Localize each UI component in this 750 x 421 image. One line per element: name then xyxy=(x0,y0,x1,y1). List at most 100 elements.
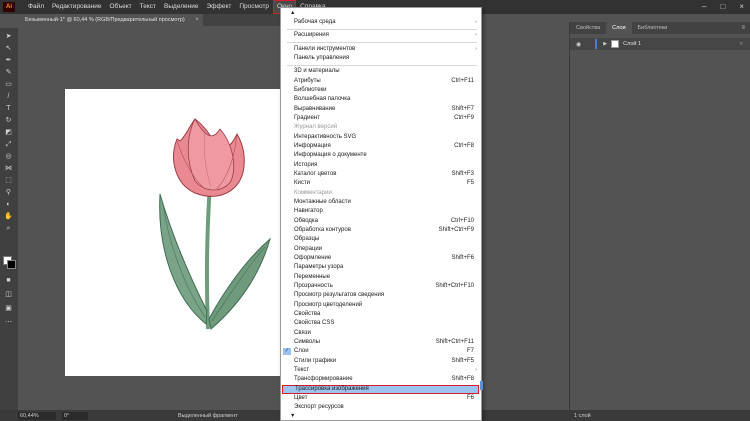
window-menu-item-5[interactable]: Панель управления xyxy=(281,54,481,63)
rectangle-tool-icon[interactable]: ▭ xyxy=(3,80,14,89)
screen-mode-icon[interactable]: ▣ xyxy=(3,304,14,313)
direct-selection-tool-icon[interactable]: ↖ xyxy=(3,44,14,53)
window-menu-item-23[interactable]: Обводка Ctrl+F10 xyxy=(281,217,481,226)
document-tab[interactable]: Безымянный-1* @ 60,44 % (RGB/Предварител… xyxy=(18,14,203,26)
stroke-swatch[interactable] xyxy=(7,260,16,269)
layer-row[interactable]: ◉ ▶ Слой 1 ○ xyxy=(570,38,750,50)
drawing-mode-icon[interactable]: ◫ xyxy=(3,290,14,299)
window-menu-item-21[interactable]: Монтажные области xyxy=(281,198,481,207)
type-tool-icon[interactable]: T xyxy=(3,104,14,113)
width-tool-icon[interactable]: ⋈ xyxy=(3,164,14,173)
expand-arrow-icon[interactable]: ▶ xyxy=(603,41,607,47)
brush-tool-icon[interactable]: / xyxy=(3,92,14,101)
menu-view[interactable]: Просмотр xyxy=(235,0,273,14)
window-menu-item-43[interactable]: Экспорт ресурсов xyxy=(281,403,481,412)
window-menu-item-27[interactable]: Оформление Shift+F6 xyxy=(281,254,481,263)
maximize-icon[interactable]: □ xyxy=(720,2,725,12)
window-menu-item-22[interactable]: Навигатор xyxy=(281,207,481,216)
window-menu-item-24[interactable]: Обработка контуров Shift+Ctrl+F9 xyxy=(281,226,481,235)
window-menu-item-35[interactable]: Связи xyxy=(281,329,481,338)
panel-tabs: Свойства Слои Библиотеки ≡ xyxy=(570,22,750,34)
menu-effect[interactable]: Эффект xyxy=(202,0,235,14)
menu-item-label: Свойства xyxy=(294,310,321,317)
tab-libraries[interactable]: Библиотеки xyxy=(632,22,674,34)
window-menu-item-41[interactable]: Трассировка изображения xyxy=(282,384,479,394)
pen-tool-icon[interactable]: ✒ xyxy=(3,56,14,65)
window-menu-item-25[interactable]: Образцы xyxy=(281,235,481,244)
color-mode-icon[interactable]: ■ xyxy=(3,276,14,285)
menu-item-label: Обработка контуров xyxy=(294,226,351,233)
blend-tool-icon[interactable]: ◐ xyxy=(3,200,14,209)
menu-item-shortcut: Shift+F8 xyxy=(451,376,474,383)
layers-panel: Свойства Слои Библиотеки ≡ ◉ ▶ Слой 1 ○ xyxy=(569,22,750,410)
window-menu-item-2[interactable]: Расширения › xyxy=(281,31,481,40)
window-menu-item-42[interactable]: Цвет F6 xyxy=(281,394,481,403)
tab-layers[interactable]: Слои xyxy=(606,22,632,34)
window-menu-item-16[interactable]: Информация о документе xyxy=(281,151,481,160)
window-menu-item-31[interactable]: Просмотр результатов сведения xyxy=(281,291,481,300)
window-menu-item-0[interactable]: Рабочая среда › xyxy=(281,18,481,27)
scroll-down-icon[interactable]: ▼ xyxy=(290,413,295,419)
menu-item-shortcut: F7 xyxy=(466,348,474,355)
artboard[interactable] xyxy=(65,89,287,376)
window-menu-item-26[interactable]: Операции xyxy=(281,245,481,254)
menu-edit[interactable]: Редактирование xyxy=(48,0,106,14)
close-tab-icon[interactable]: × xyxy=(195,14,199,26)
window-menu-item-40[interactable]: Трансформирование Shift+F8 xyxy=(281,375,481,384)
window-menu-item-36[interactable]: Символы Shift+Ctrl+F11 xyxy=(281,338,481,347)
curvature-tool-icon[interactable]: ✎ xyxy=(3,68,14,77)
window-menu-item-7[interactable]: 3D и материалы xyxy=(281,67,481,76)
selection-tool-icon[interactable]: ➤ xyxy=(3,32,14,41)
window-menu-item-11[interactable]: Выравнивание Shift+F7 xyxy=(281,105,481,114)
layer-target-icon[interactable]: ○ xyxy=(739,41,743,47)
more-tools-icon[interactable]: ⋯ xyxy=(3,318,14,327)
panel-menu-icon[interactable]: ≡ xyxy=(741,22,745,34)
layer-name[interactable]: Слой 1 xyxy=(623,41,641,47)
hand-tool-icon[interactable]: ✋ xyxy=(3,212,14,221)
zoom-tool-icon[interactable]: ⌕ xyxy=(3,224,14,233)
minimize-icon[interactable]: – xyxy=(702,2,706,12)
document-tab-title: Безымянный-1* @ 60,44 % (RGB/Предварител… xyxy=(25,17,185,23)
rotate-tool-icon[interactable]: ↻ xyxy=(3,116,14,125)
window-menu-item-15[interactable]: Информация Ctrl+F8 xyxy=(281,142,481,151)
menu-item-label: Атрибуты xyxy=(294,77,321,84)
shape-builder-tool-icon[interactable]: ◎ xyxy=(3,152,14,161)
menu-object[interactable]: Объект xyxy=(106,0,136,14)
window-menu-item-34[interactable]: Свойства CSS xyxy=(281,319,481,328)
rotation-field[interactable]: 0° xyxy=(62,411,88,420)
window-menu-item-38[interactable]: Стили графики Shift+F5 xyxy=(281,357,481,366)
scroll-up-icon[interactable]: ▲ xyxy=(290,10,295,16)
window-menu-item-28[interactable]: Параметры узора xyxy=(281,263,481,272)
menu-item-label: Панели инструментов xyxy=(294,45,356,52)
window-menu-item-30[interactable]: Прозрачность Shift+Ctrl+F10 xyxy=(281,282,481,291)
window-menu-item-19[interactable]: Кисти F5 xyxy=(281,179,481,188)
menu-file[interactable]: Файл xyxy=(24,0,48,14)
menu-type[interactable]: Текст xyxy=(136,0,160,14)
window-menu-item-10[interactable]: Волшебная палочка xyxy=(281,95,481,104)
visibility-eye-icon[interactable]: ◉ xyxy=(576,41,581,48)
eyedropper-tool-icon[interactable]: ⚲ xyxy=(3,188,14,197)
menu-item-label: Просмотр результатов сведения xyxy=(294,292,385,299)
scale-tool-icon[interactable]: ⤢ xyxy=(3,140,14,149)
menu-item-label: История xyxy=(294,161,318,168)
window-menu-item-39[interactable]: Текст › xyxy=(281,366,481,375)
window-menu-item-4[interactable]: Панели инструментов › xyxy=(281,45,481,54)
window-menu-item-17[interactable]: История xyxy=(281,161,481,170)
zoom-field[interactable]: 60,44% xyxy=(18,411,56,420)
submenu-arrow-icon: › xyxy=(475,366,477,373)
eraser-tool-icon[interactable]: ◩ xyxy=(3,128,14,137)
tab-properties[interactable]: Свойства xyxy=(570,22,606,34)
window-menu-item-8[interactable]: Атрибуты Ctrl+F11 xyxy=(281,77,481,86)
window-menu-item-29[interactable]: Переменные xyxy=(281,273,481,282)
window-menu-item-9[interactable]: Библиотеки xyxy=(281,86,481,95)
close-icon[interactable]: × xyxy=(739,2,744,12)
window-menu-item-12[interactable]: Градиент Ctrl+F9 xyxy=(281,114,481,123)
window-menu-item-14[interactable]: Интерактивность SVG xyxy=(281,133,481,142)
window-menu-item-33[interactable]: Свойства xyxy=(281,310,481,319)
menu-select[interactable]: Выделение xyxy=(160,0,202,14)
window-menu-item-18[interactable]: Каталог цветов Shift+F3 xyxy=(281,170,481,179)
window-menu-item-37[interactable]: ✓ Слои F7 xyxy=(281,347,481,356)
free-transform-tool-icon[interactable]: ⬚ xyxy=(3,176,14,185)
menu-item-label: Выравнивание xyxy=(294,105,336,112)
window-menu-item-32[interactable]: Просмотр цветоделений xyxy=(281,301,481,310)
